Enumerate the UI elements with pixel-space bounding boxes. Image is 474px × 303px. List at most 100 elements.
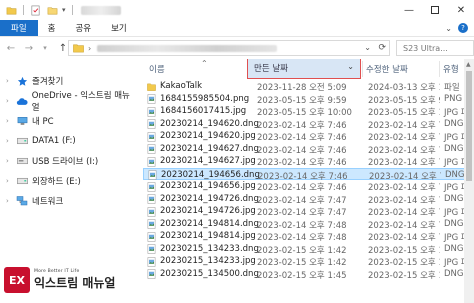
refresh-icon[interactable]: ⟳ [378, 43, 386, 53]
column-header-modified[interactable]: 수정한 날짜 [366, 59, 408, 79]
file-modified-date: 2023-05-15 오후 1 [368, 108, 440, 118]
file-list: 이름 ⌃ 만든 날짜 ⌄ 수정한 날짜 유형 KakaoTalk 2023-11-… [143, 59, 474, 303]
file-name: 20230214_194620.jpg [160, 131, 256, 141]
chevron-right-icon[interactable]: › [6, 97, 14, 105]
minimize-button[interactable]: — [396, 0, 422, 20]
file-modified-date: 2023-02-14 오후 7 [368, 220, 440, 231]
file-row[interactable]: 20230214_194620.dng 2023-02-14 오후 7:46 202… [143, 118, 474, 131]
file-created-date: 2023-02-14 오후 7:47 [257, 208, 347, 218]
file-modified-date: 2023-02-14 오후 7 [368, 158, 440, 168]
file-modified-date: 2023-02-14 오후 7 [368, 133, 440, 143]
file-created-date: 2023-02-14 오후 7:48 [257, 220, 347, 231]
sidebar-item-this-pc[interactable]: › 내 PC [0, 111, 135, 131]
sidebar-item-label: DATA1 (F:) [32, 136, 76, 146]
sidebar-item-data1[interactable]: › DATA1 (F:) [0, 131, 135, 151]
scroll-up-icon[interactable]: ▲ [466, 61, 471, 68]
image-file-icon [148, 170, 157, 180]
file-modified-date: 2023-02-14 오후 7 [368, 233, 440, 243]
file-row[interactable]: 1684155985504.png 2023-05-15 오후 9:59 2023-… [143, 93, 474, 106]
drive-icon [16, 136, 28, 147]
tab-home[interactable]: 홈 [38, 20, 66, 36]
file-name: 20230215_134233.jpg [160, 256, 256, 266]
chevron-right-icon[interactable]: › [6, 117, 14, 125]
scrollbar-thumb[interactable] [466, 71, 472, 181]
cloud-icon [16, 96, 28, 107]
file-row[interactable]: 20230215_134233.jpg 2023-02-15 오후 1:42 202… [143, 255, 474, 268]
chevron-down-icon[interactable]: ⌄ [445, 24, 452, 33]
tab-share[interactable]: 공유 [65, 20, 101, 36]
file-row[interactable]: 20230214_194627.dng 2023-02-14 오후 7:46 202… [143, 143, 474, 156]
file-type: DNG [445, 169, 465, 180]
file-modified-date: 2023-02-14 오후 7 [368, 208, 440, 218]
file-type: DNG [444, 218, 464, 229]
tab-view[interactable]: 보기 [101, 20, 137, 36]
folder-icon[interactable] [6, 5, 17, 16]
back-button[interactable]: ← [4, 41, 18, 55]
image-file-icon [147, 181, 156, 192]
column-header-created[interactable]: 만든 날짜 ⌄ [247, 59, 361, 79]
file-row[interactable]: 20230214_194620.jpg 2023-02-14 오후 7:46 202… [143, 130, 474, 143]
file-modified-date: 2023-02-15 오후 1 [368, 258, 440, 268]
title-bar: ▾ — ✕ [0, 0, 474, 20]
file-name: 1684155985504.png [160, 93, 250, 104]
folder-icon [147, 83, 156, 91]
image-file-icon [147, 156, 156, 167]
file-row[interactable]: 20230214_194656.dng 2023-02-14 오후 7:46 202… [143, 167, 474, 182]
file-type: DNG [444, 243, 464, 254]
file-row[interactable]: 20230214_194656.jpg 2023-02-14 오후 7:46 202… [143, 180, 474, 193]
sidebar-item-label: 외장하드 (E:) [32, 177, 81, 187]
sidebar-item-network[interactable]: › 네트워크 [0, 191, 135, 211]
file-name: 20230215_134233.dng [160, 243, 259, 254]
sidebar-item-onedrive[interactable]: › OneDrive - 익스트림 매뉴얼 [0, 91, 135, 113]
file-row[interactable]: 20230214_194814.dng 2023-02-14 오후 7:48 202… [143, 218, 474, 231]
help-icon[interactable]: ? [458, 23, 468, 33]
sidebar-item-usb-drive[interactable]: › USB 드라이브 (I:) [0, 151, 135, 171]
file-name: 20230214_194627.dng [160, 143, 259, 154]
forward-button[interactable]: → [22, 41, 36, 55]
recent-locations-button[interactable]: ▾ [38, 41, 52, 55]
sidebar-item-favorites[interactable]: › 즐겨찾기 [0, 71, 135, 91]
chevron-right-icon[interactable]: › [6, 157, 14, 165]
file-row[interactable]: 20230214_194726.dng 2023-02-14 오후 7:47 202… [143, 193, 474, 206]
sidebar-item-label: 네트워크 [32, 197, 64, 207]
folder-icon [73, 44, 84, 53]
sidebar-item-label: USB 드라이브 (I:) [32, 157, 99, 167]
file-name: 20230214_194814.dng [160, 218, 259, 229]
file-name: 1684156017415.jpg [160, 106, 247, 116]
maximize-button[interactable] [422, 0, 448, 20]
chevron-right-icon[interactable]: › [6, 137, 14, 145]
file-row[interactable]: 1684156017415.jpg 2023-05-15 오후 10:00 2023… [143, 105, 474, 118]
column-created-label: 만든 날짜 [254, 64, 288, 74]
image-file-icon [147, 219, 156, 229]
file-row[interactable]: 20230215_134233.dng 2023-02-15 오후 1:42 202… [143, 243, 474, 256]
new-folder-icon[interactable] [47, 5, 58, 16]
chevron-down-icon[interactable]: ⌄ [347, 62, 354, 71]
chevron-right-icon[interactable]: › [6, 197, 14, 205]
file-row[interactable]: KakaoTalk 2023-11-28 오전 5:09 2024-03-13 오후… [143, 80, 474, 93]
properties-icon[interactable] [30, 5, 41, 16]
file-modified-date: 2023-05-15 오후 9 [368, 95, 440, 106]
close-button[interactable]: ✕ [448, 0, 474, 20]
chevron-right-icon[interactable]: › [6, 77, 14, 85]
file-row[interactable]: 20230214_194814.jpg 2023-02-14 오후 7:48 202… [143, 230, 474, 243]
ribbon-tabs: 파일 홈 공유 보기 ⌄ ? [0, 20, 474, 37]
column-divider[interactable] [439, 61, 440, 77]
file-row[interactable]: 20230214_194627.jpg 2023-02-14 오후 7:46 202… [143, 155, 474, 168]
file-name: 20230214_194627.jpg [160, 156, 256, 166]
sidebar-item-external-drive[interactable]: › 외장하드 (E:) [0, 171, 135, 191]
column-divider[interactable] [362, 61, 363, 77]
window-title-redacted [80, 5, 121, 15]
image-file-icon [147, 119, 156, 129]
file-row[interactable]: 20230215_134500.dng 2023-02-15 오후 1:45 202… [143, 268, 474, 281]
vertical-scrollbar[interactable]: ▲ [464, 59, 474, 303]
chevron-right-icon[interactable]: › [6, 177, 14, 185]
qat-dropdown-icon[interactable]: ▾ [62, 6, 66, 14]
file-row[interactable]: 20230214_194726.jpg 2023-02-14 오후 7:47 202… [143, 205, 474, 218]
chevron-down-icon[interactable]: ⌄ [364, 43, 371, 52]
file-created-date: 2023-02-14 오후 7:46 [257, 183, 347, 193]
address-field[interactable]: › ⌄ ⟳ [68, 40, 390, 56]
column-header-type[interactable]: 유형 [443, 59, 459, 79]
search-input[interactable]: S23 Ultra... [396, 40, 474, 56]
column-header-name[interactable]: 이름 [149, 59, 165, 79]
tab-file[interactable]: 파일 [0, 20, 38, 36]
